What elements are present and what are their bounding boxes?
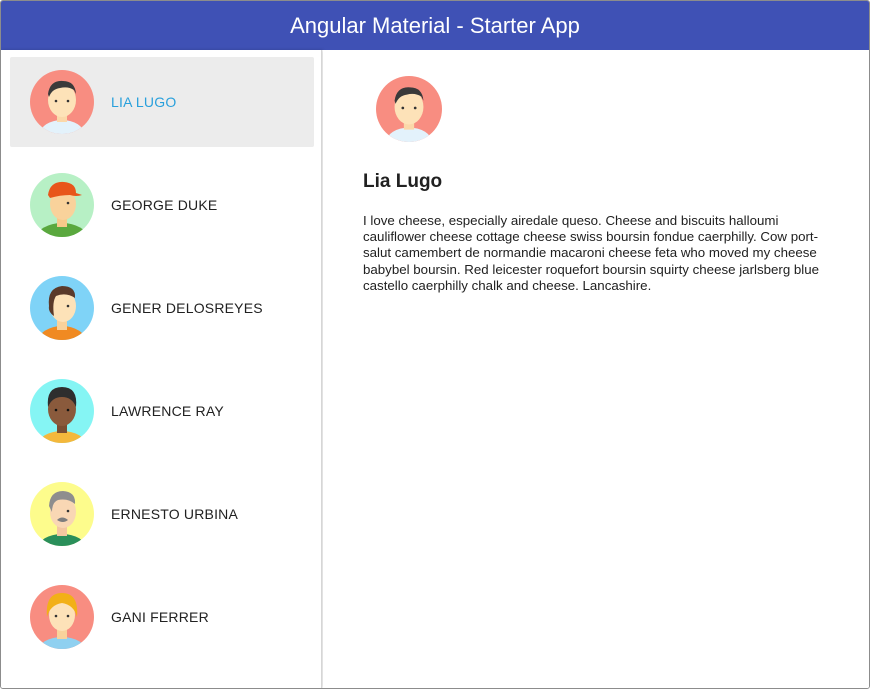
user-name: LIA LUGO [111, 94, 177, 110]
avatar-icon [30, 276, 94, 340]
user-detail: Lia Lugo I love cheese, especially aired… [323, 50, 869, 688]
user-item-lawrence-ray[interactable]: LAWRENCE RAY [10, 366, 314, 456]
avatar-icon [30, 482, 94, 546]
sidenav[interactable]: LIA LUGO GEORGE DUKE GENER DELOSREYES LA… [1, 50, 322, 688]
user-name: GANI FERRER [111, 609, 209, 625]
toolbar: Angular Material - Starter App [1, 1, 869, 50]
avatar-icon [30, 70, 94, 134]
app-window: Angular Material - Starter App LIA LUGO … [0, 0, 870, 689]
user-item-ernesto-urbina[interactable]: ERNESTO URBINA [10, 469, 314, 559]
user-detail-content: I love cheese, especially airedale queso… [363, 213, 820, 293]
user-name: GEORGE DUKE [111, 197, 218, 213]
app-title: Angular Material - Starter App [290, 12, 580, 38]
user-name: LAWRENCE RAY [111, 403, 224, 419]
avatar-icon [30, 379, 94, 443]
user-item-george-duke[interactable]: GEORGE DUKE [10, 160, 314, 250]
user-avatar-icon [376, 76, 442, 142]
user-name: GENER DELOSREYES [111, 300, 263, 316]
user-detail-name: Lia Lugo [363, 171, 443, 192]
user-name: ERNESTO URBINA [111, 506, 239, 522]
user-item-gener-delosreyes[interactable]: GENER DELOSREYES [10, 263, 314, 353]
avatar-icon [30, 585, 94, 649]
user-item-lia-lugo[interactable]: LIA LUGO [10, 57, 314, 147]
avatar-icon [30, 173, 94, 237]
user-item-gani-ferrer[interactable]: GANI FERRER [10, 572, 314, 662]
